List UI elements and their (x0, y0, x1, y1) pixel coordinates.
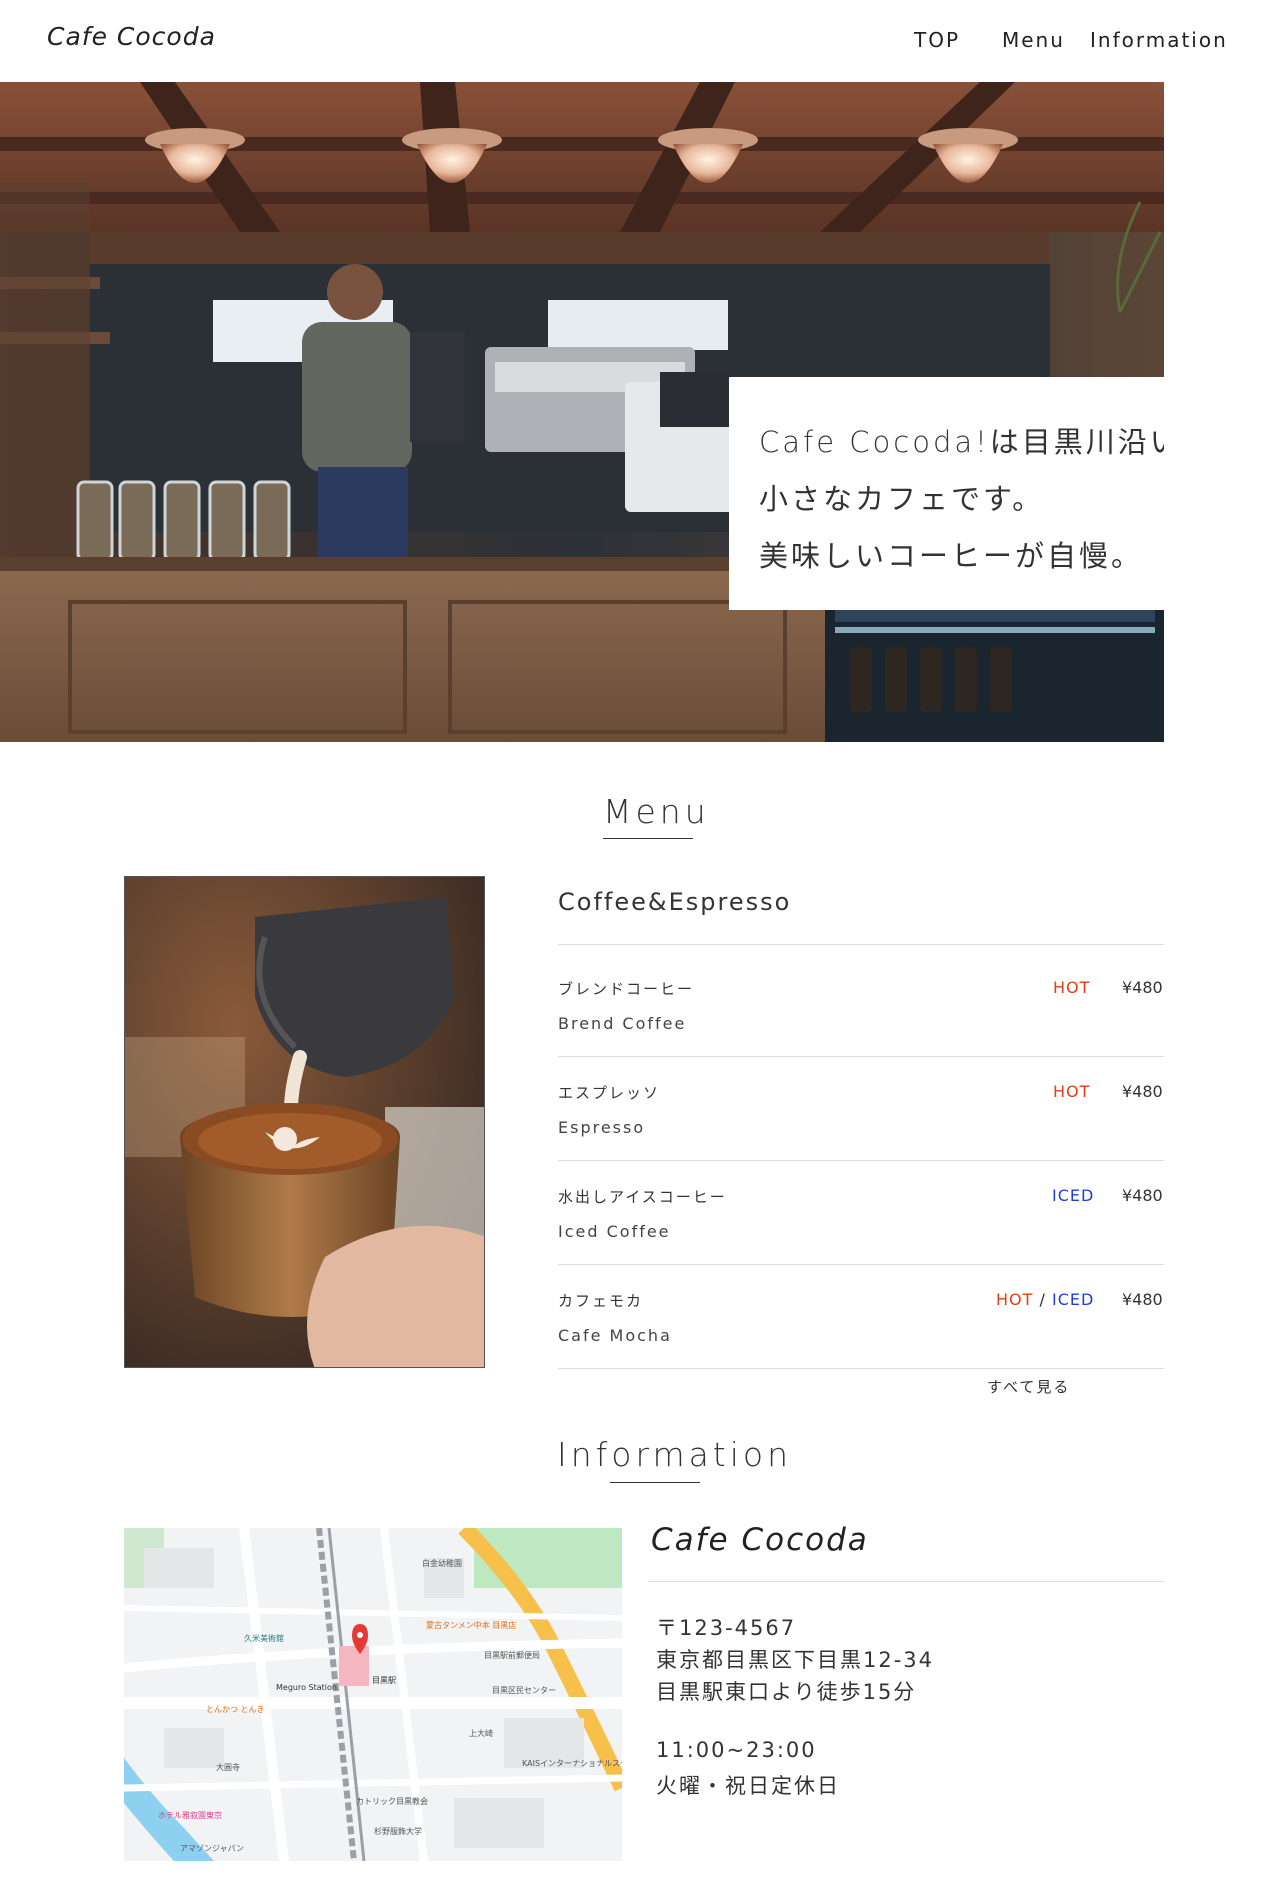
info-postal-code: 〒123-4567 (656, 1616, 797, 1640)
info-holidays: 火曜・祝日定休日 (656, 1774, 840, 1798)
menu-item-price: ¥480 (1122, 1290, 1163, 1309)
menu-category-title: Coffee&Espresso (558, 888, 792, 916)
map-label: 蒙古タンメン中本 目黒店 (426, 1620, 516, 1630)
item-divider (558, 1056, 1164, 1057)
info-hours: 11:00~23:00 (656, 1738, 817, 1762)
info-divider (648, 1581, 1164, 1582)
info-address: 東京都目黒区下目黒12-34 (656, 1648, 935, 1672)
menu-item-name-en: Cafe Mocha (558, 1326, 672, 1345)
hot-label: HOT (996, 1290, 1034, 1309)
menu-item-type: HOT (1053, 1082, 1090, 1101)
menu-item-type: ICED (1052, 1186, 1094, 1205)
menu-item-price: ¥480 (1122, 1082, 1163, 1101)
hero-image: Cafe Cocoda!は目黒川沿いの 小さなカフェです。 美味しいコーヒーが自… (0, 82, 1164, 742)
info-shop-name: Cafe Cocoda (651, 1522, 869, 1558)
map-label: アマゾンジャパン (180, 1844, 244, 1853)
map-label: とんかつ とんき (206, 1705, 265, 1714)
map-label: 目黒駅 (372, 1676, 396, 1685)
menu-item-name-en: Iced Coffee (558, 1222, 671, 1241)
menu-item-price: ¥480 (1122, 1186, 1163, 1205)
nav-top[interactable]: TOP (914, 28, 960, 52)
hero-line-2: 小さなカフェです。 (759, 482, 1045, 516)
type-separator: / (1033, 1290, 1052, 1309)
see-all-link[interactable]: すべて見る (987, 1376, 1070, 1397)
hot-label: HOT (1053, 978, 1091, 997)
map-label: ホテル雅叙園東京 (158, 1810, 222, 1820)
hot-label: HOT (1053, 1082, 1091, 1101)
map-label: 白金幼稚園 (422, 1558, 462, 1568)
map-label: カトリック目黒教会 (356, 1796, 428, 1806)
main-nav: TOP Menu Information (0, 28, 1280, 58)
menu-item-name-jp: エスプレッソ (558, 1084, 661, 1102)
latte-photo (124, 876, 485, 1368)
map-label: 目黒区民センター (492, 1686, 556, 1695)
menu-item-type: HOT (1053, 978, 1090, 997)
menu-item-price: ¥480 (1122, 978, 1163, 997)
menu-item-name-en: Brend Coffee (558, 1014, 687, 1033)
info-access: 目黒駅東口より徒歩15分 (656, 1680, 917, 1704)
information-section-title: Information (557, 1435, 793, 1474)
nav-menu[interactable]: Menu (1002, 28, 1065, 52)
hero-line-1: Cafe Cocoda!は目黒川沿いの (759, 425, 1164, 459)
hero-line-3: 美味しいコーヒーが自慢。 (759, 539, 1144, 573)
iced-label: ICED (1052, 1186, 1095, 1205)
menu-item-name-jp: ブレンドコーヒー (558, 980, 695, 998)
information-title-underline (610, 1482, 700, 1483)
hero-message-card: Cafe Cocoda!は目黒川沿いの 小さなカフェです。 美味しいコーヒーが自… (729, 377, 1164, 610)
map-label: 大圓寺 (216, 1762, 240, 1772)
map-label: 目黒駅前郵便局 (484, 1650, 540, 1660)
area-map[interactable]: 白金幼稚園 久米美術館 Meguro Station 目黒駅 とんかつ とんき … (124, 1528, 622, 1861)
map-illustration: 白金幼稚園 久米美術館 Meguro Station 目黒駅 とんかつ とんき … (124, 1528, 622, 1861)
menu-title-underline (603, 838, 693, 839)
iced-label: ICED (1051, 1290, 1095, 1309)
menu-item-name-en: Espresso (558, 1118, 646, 1137)
latte-art-illustration (125, 877, 484, 1367)
nav-information[interactable]: Information (1090, 28, 1228, 52)
menu-item-type: HOT / ICED (996, 1290, 1094, 1309)
menu-item-name-jp: 水出しアイスコーヒー (558, 1188, 727, 1206)
map-label: KAISインターナショナルスクール東京 (522, 1758, 622, 1768)
map-label: Meguro Station (276, 1683, 337, 1692)
map-label: 上大崎 (469, 1728, 493, 1738)
item-divider (558, 1264, 1164, 1265)
category-divider (558, 944, 1164, 945)
menu-section-title: Menu (603, 792, 710, 831)
item-divider (558, 1160, 1164, 1161)
map-label: 久米美術館 (244, 1633, 284, 1643)
map-label: 杉野服飾大学 (374, 1826, 422, 1836)
menu-item-name-jp: カフェモカ (558, 1292, 644, 1310)
item-divider (558, 1368, 1164, 1369)
